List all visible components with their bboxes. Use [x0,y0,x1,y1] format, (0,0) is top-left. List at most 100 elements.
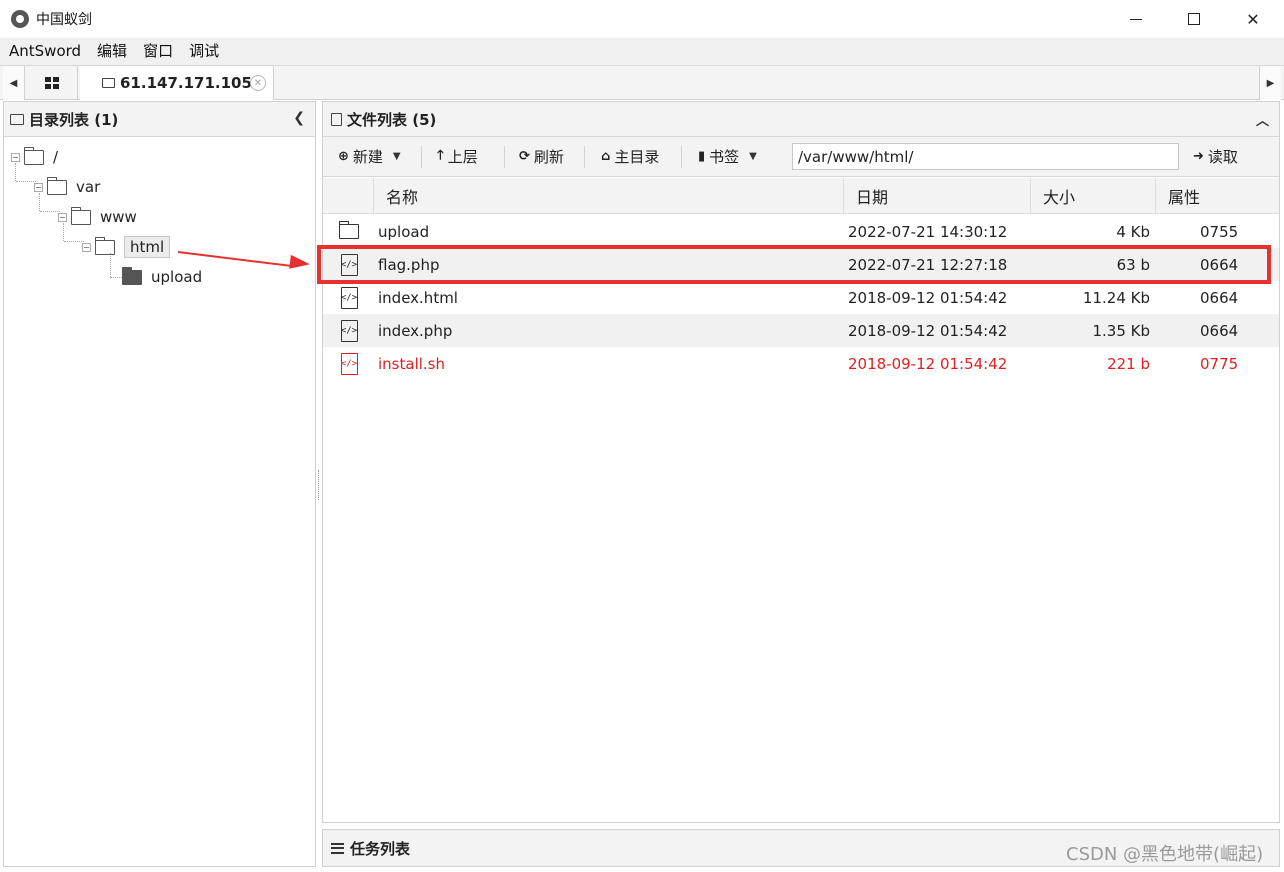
tree-node-label: upload [151,268,203,286]
file-date: 2022-07-21 12:27:18 [848,255,1008,274]
tree-node-label: var [76,178,101,196]
chevron-left-icon[interactable]: ❮ [293,110,305,126]
tree-node-label: / [53,148,59,166]
file-row[interactable]: </> index.php 2018-09-12 01:54:42 1.35 Kb 06… [323,314,1279,347]
watermark: CSDN @黑色地带(崛起) [1066,844,1264,865]
document-icon [331,112,342,126]
up-level-label: 上层 [447,148,478,166]
file-row[interactable]: upload 2022-07-21 14:30:12 4 Kb 0755 [323,215,1279,248]
file-name: flag.php [378,255,440,274]
directory-panel: 目录列表 (1) ❮ / var www html upload [3,101,316,867]
folder-icon [24,146,44,165]
file-row[interactable]: </> flag.php 2022-07-21 12:27:18 63 b 0664 [323,248,1279,281]
tab-close-icon[interactable]: ✕ [250,75,266,91]
caret-down-icon: ▼ [392,151,401,162]
column-icon [323,178,374,214]
collapse-toggle-icon[interactable] [34,182,43,192]
folder-icon [10,113,24,125]
tree-node-root[interactable]: / [11,145,58,169]
column-size[interactable]: 大小 [1031,178,1156,214]
file-attr: 0664 [1200,288,1239,307]
home-dir-button[interactable]: ⌂ 主目录 [601,137,659,176]
tree-node-upload[interactable]: upload [122,265,202,289]
refresh-button[interactable]: ⟳ 刷新 [519,137,564,176]
window-title: 中国蚁剑 [36,12,92,28]
menu-window[interactable]: 窗口 [135,38,181,65]
file-attr: 0755 [1200,222,1239,241]
column-name[interactable]: 名称 [374,178,844,214]
code-file-icon: </> [340,286,358,309]
tab-host[interactable]: 61.147.171.105 ✕ [80,66,274,100]
bookmark-button[interactable]: ▮ 书签 ▼ [698,137,757,176]
directory-panel-title: 目录列表 (1) [29,110,119,129]
close-button[interactable]: ✕ [1224,0,1282,38]
column-date[interactable]: 日期 [844,178,1031,214]
tree-node-var[interactable]: var [34,175,100,199]
up-level-button[interactable]: 🡑 上层 [437,137,478,176]
code-file-icon: </> [340,253,358,276]
panel-splitter[interactable] [318,470,320,500]
menu-antsword[interactable]: AntSword [0,38,89,65]
file-size: 63 b [1116,255,1150,274]
tree-node-label: www [100,208,137,226]
list-icon [331,842,344,854]
file-grid-header: 名称 日期 大小 属性 [323,178,1279,214]
file-rows: upload 2022-07-21 14:30:12 4 Kb 0755 </> flag… [323,215,1279,380]
file-date: 2018-09-12 01:54:42 [848,321,1008,340]
file-attr: 0664 [1200,321,1239,340]
menu-debug[interactable]: 调试 [181,38,227,65]
tree-node-html[interactable]: html [82,235,171,259]
file-row[interactable]: </> index.html 2018-09-12 01:54:42 11.24 Kb… [323,281,1279,314]
caret-right-icon: ▶ [1266,77,1275,89]
column-attr[interactable]: 属性 [1156,178,1279,214]
folder-icon [339,221,359,239]
annotation-arrow-head [289,254,311,272]
file-name: index.php [378,321,453,340]
close-icon: ✕ [1246,9,1260,29]
file-name: index.html [378,288,458,307]
minimize-button[interactable] [1107,0,1165,38]
folder-filled-icon [122,266,142,285]
new-button-label: 新建 [352,148,383,166]
task-panel-title: 任务列表 [350,839,411,858]
folder-icon [71,206,91,225]
file-row[interactable]: </> install.sh 2018-09-12 01:54:42 221 b 077… [323,347,1279,380]
tree-node-www[interactable]: www [58,205,137,229]
antsword-logo-icon [11,10,29,28]
bookmark-icon: ▮ [698,149,706,164]
file-size: 11.24 Kb [1082,288,1150,307]
home-icon: ⌂ [601,149,611,164]
file-attr: 0664 [1200,255,1239,274]
directory-panel-header: 目录列表 (1) ❮ [4,102,315,137]
maximize-button[interactable] [1165,0,1223,38]
minimize-icon [1130,18,1142,20]
tab-scroll-right-button[interactable]: ▶ [1259,66,1281,100]
directory-tree: / var www html upload [4,137,315,857]
tab-host-label: 61.147.171.105 [120,74,252,92]
chevron-up-icon[interactable]: ︿ [1256,110,1269,129]
tab-scroll-left-button[interactable]: ◀ [3,66,25,100]
file-size: 221 b [1107,354,1150,373]
refresh-label: 刷新 [533,148,564,166]
tab-home[interactable] [26,66,78,100]
collapse-toggle-icon[interactable] [11,152,20,162]
home-dir-label: 主目录 [614,148,660,166]
menu-edit[interactable]: 编辑 [89,38,135,65]
file-name: upload [378,222,430,241]
title-bar: 中国蚁剑 ✕ [0,0,1284,38]
arrow-right-icon: ➜ [1193,149,1204,164]
file-size: 1.35 Kb [1092,321,1150,340]
read-button[interactable]: ➜ 读取 [1193,137,1238,176]
file-list-panel: 文件列表 (5) ︿ ⊕ 新建 ▼ 🡑 上层 ⟳ 刷新 ⌂ 主目录 ▮ 书签 ▼… [322,101,1280,823]
collapse-toggle-icon[interactable] [58,212,67,222]
plus-circle-icon: ⊕ [338,149,349,164]
caret-down-icon: ▼ [749,151,757,162]
path-input[interactable] [792,143,1179,170]
collapse-toggle-icon[interactable] [82,242,91,252]
file-toolbar: ⊕ 新建 ▼ 🡑 上层 ⟳ 刷新 ⌂ 主目录 ▮ 书签 ▼ /var/www/h… [323,137,1279,177]
file-date: 2022-07-21 14:30:12 [848,222,1008,241]
folder-icon [47,176,67,195]
caret-left-icon: ◀ [9,77,18,89]
new-button[interactable]: ⊕ 新建 ▼ [338,137,401,176]
refresh-icon: ⟳ [519,149,530,164]
